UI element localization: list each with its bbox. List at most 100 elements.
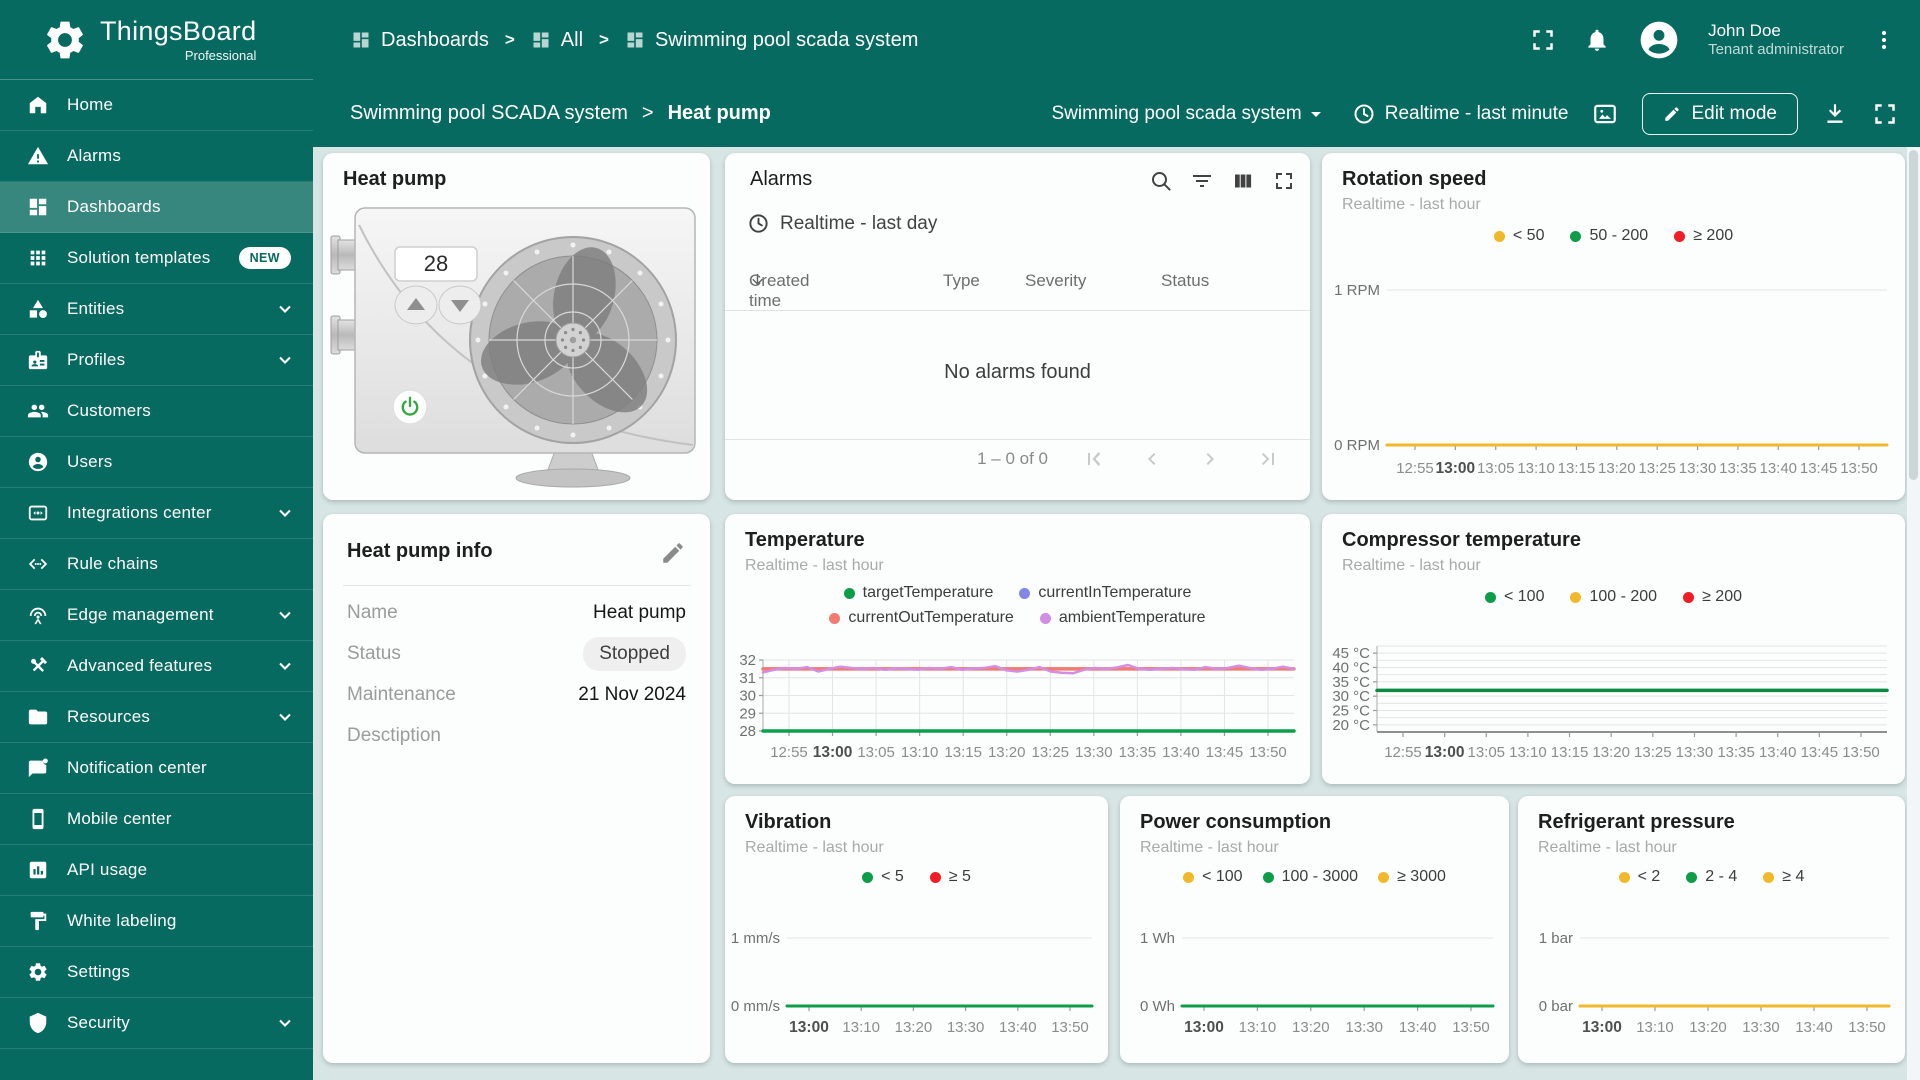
breadcrumb-separator: > — [599, 30, 609, 50]
sidebar-item-integrations-center[interactable]: Integrations center — [0, 488, 313, 539]
download-icon — [1822, 101, 1848, 127]
svg-text:13:00: 13:00 — [1582, 1019, 1622, 1036]
more-menu-button[interactable] — [1872, 28, 1896, 52]
columns-button[interactable] — [1231, 169, 1255, 193]
last-page-button[interactable] — [1256, 447, 1280, 471]
first-page-button[interactable] — [1082, 447, 1106, 471]
sidebar-item-customers[interactable]: Customers — [0, 386, 313, 437]
svg-text:13:45: 13:45 — [1800, 460, 1838, 477]
state-selector[interactable]: Swimming pool scada system — [1051, 102, 1327, 126]
dashboard-state-title: Heat pump — [668, 102, 771, 125]
svg-text:29: 29 — [739, 705, 756, 722]
column-severity[interactable]: Severity — [1025, 271, 1086, 291]
edit-mode-button[interactable]: Edit mode — [1642, 93, 1798, 135]
svg-text:13:35: 13:35 — [1719, 460, 1757, 477]
dashboard-grid: Heat pump — [313, 147, 1920, 1080]
filter-button[interactable] — [1190, 169, 1214, 193]
shield-icon — [27, 1012, 49, 1034]
avatar[interactable] — [1638, 19, 1680, 61]
logo[interactable]: ThingsBoard Professional — [0, 0, 313, 80]
widget-alarms: Alarms Realtime - last day Created time — [725, 153, 1310, 500]
smartphone-icon — [27, 808, 49, 830]
svg-text:30: 30 — [739, 688, 756, 705]
warning-icon — [27, 145, 49, 167]
sidebar-item-resources[interactable]: Resources — [0, 692, 313, 743]
svg-text:13:20: 13:20 — [1689, 1019, 1727, 1036]
chevron-left-icon — [1140, 447, 1164, 471]
download-button[interactable] — [1822, 101, 1848, 127]
setpoint-up-button[interactable] — [395, 286, 437, 324]
svg-text:13:00: 13:00 — [813, 744, 853, 761]
widget-title: Alarms — [750, 168, 812, 191]
dashboard-breadcrumb: Swimming pool SCADA system > Heat pump — [350, 102, 771, 125]
power-button[interactable] — [393, 390, 427, 424]
sidebar-item-alarms[interactable]: Alarms — [0, 131, 313, 182]
sidebar-item-notification-center[interactable]: Notification center — [0, 743, 313, 794]
svg-text:13:05: 13:05 — [1477, 460, 1515, 477]
sidebar-item-settings[interactable]: Settings — [0, 947, 313, 998]
setpoint-down-button[interactable] — [439, 286, 481, 324]
widget-vibration: Vibration Realtime - last hour < 5≥ 5 1 … — [725, 796, 1108, 1063]
pencil-icon — [660, 540, 686, 566]
compressor-temperature-chart: 45 °C40 °C35 °C30 °C25 °C20 °C12:5513:00… — [1322, 514, 1905, 784]
breadcrumb-current-dashboard[interactable]: Swimming pool scada system — [625, 29, 918, 52]
sidebar-item-users[interactable]: Users — [0, 437, 313, 488]
edit-info-button[interactable] — [660, 540, 686, 566]
sidebar-item-entities[interactable]: Entities — [0, 284, 313, 335]
user-circle-icon — [27, 451, 49, 473]
sidebar-item-security[interactable]: Security — [0, 998, 313, 1049]
user-info[interactable]: John Doe Tenant administrator — [1708, 20, 1844, 60]
column-status[interactable]: Status — [1161, 271, 1209, 291]
first-page-icon — [1082, 447, 1106, 471]
column-type[interactable]: Type — [943, 271, 980, 291]
sidebar-item-home[interactable]: Home — [0, 80, 313, 131]
fullscreen-dashboard-button[interactable] — [1872, 101, 1898, 127]
thingsboard-app: ThingsBoard Professional Dashboards > Al… — [0, 0, 1920, 1080]
svg-text:13:25: 13:25 — [1638, 460, 1676, 477]
svg-text:13:15: 13:15 — [1558, 460, 1596, 477]
svg-text:32: 32 — [739, 652, 756, 669]
fullscreen-button[interactable] — [1530, 27, 1556, 53]
svg-text:13:30: 13:30 — [1075, 744, 1113, 761]
sidebar-item-api-usage[interactable]: API usage — [0, 845, 313, 896]
alarms-timewindow[interactable]: Realtime - last day — [747, 212, 937, 235]
expand-widget-button[interactable] — [1272, 169, 1296, 193]
last-page-icon — [1256, 447, 1280, 471]
widget-power-consumption: Power consumption Realtime - last hour <… — [1120, 796, 1509, 1063]
sidebar-item-advanced-features[interactable]: Advanced features — [0, 641, 313, 692]
next-page-button[interactable] — [1198, 447, 1222, 471]
svg-text:1 bar: 1 bar — [1539, 930, 1573, 947]
timewindow-selector[interactable]: Realtime - last minute — [1352, 102, 1569, 126]
sidebar-item-dashboards[interactable]: Dashboards — [0, 182, 313, 233]
sidebar-item-rule-chains[interactable]: Rule chains — [0, 539, 313, 590]
svg-text:13:00: 13:00 — [1436, 460, 1476, 477]
scrollbar-thumb[interactable] — [1909, 150, 1918, 480]
breadcrumb-dashboards[interactable]: Dashboards — [351, 29, 489, 52]
svg-text:13:00: 13:00 — [1184, 1019, 1224, 1036]
dashboard-icon — [27, 196, 49, 218]
sidebar-item-white-labeling[interactable]: White labeling — [0, 896, 313, 947]
search-button[interactable] — [1149, 169, 1173, 193]
sidebar-item-edge-management[interactable]: Edge management — [0, 590, 313, 641]
content-scrollbar[interactable] — [1907, 147, 1920, 1080]
sidebar-item-mobile-center[interactable]: Mobile center — [0, 794, 313, 845]
column-created-time[interactable]: Created time — [749, 271, 766, 288]
pagination-range: 1 – 0 of 0 — [977, 449, 1048, 469]
previous-page-button[interactable] — [1140, 447, 1164, 471]
svg-text:13:20: 13:20 — [1592, 744, 1630, 761]
notifications-button[interactable] — [1584, 27, 1610, 53]
screenshot-button[interactable] — [1592, 101, 1618, 127]
no-alarms-text: No alarms found — [725, 361, 1310, 384]
breadcrumb-all[interactable]: All — [531, 29, 583, 52]
svg-text:13:50: 13:50 — [1452, 1019, 1490, 1036]
sidebar-item-solution-templates[interactable]: Solution templates NEW — [0, 233, 313, 284]
chart-svg: 1 RPM0 RPM12:5513:0013:0513:1013:1513:20… — [1322, 153, 1905, 500]
clock-icon — [1352, 102, 1376, 126]
fullscreen-icon — [1872, 101, 1898, 127]
sidebar-item-profiles[interactable]: Profiles — [0, 335, 313, 386]
widget-temperature: Temperature Realtime - last hour targetT… — [725, 514, 1310, 784]
notification-message-icon — [27, 757, 49, 779]
brand-subtitle: Professional — [100, 48, 256, 63]
svg-text:13:10: 13:10 — [901, 744, 939, 761]
dashboard-title-link[interactable]: Swimming pool SCADA system — [350, 102, 628, 125]
